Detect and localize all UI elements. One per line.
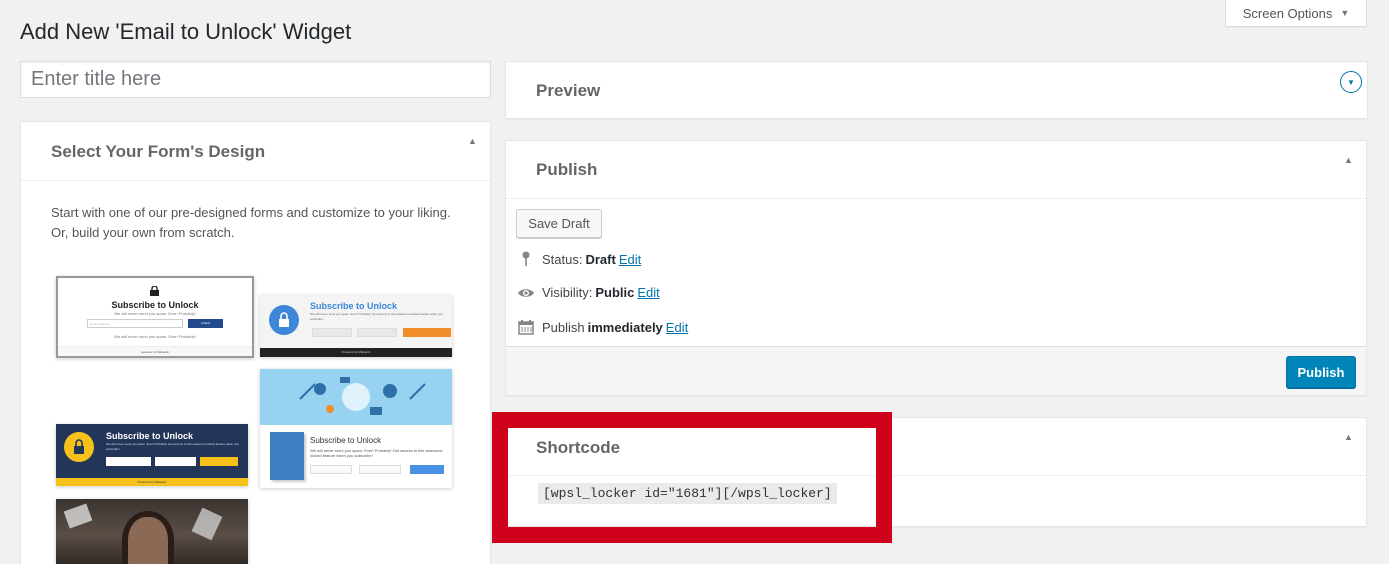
collapse-arrow-icon[interactable]: ▲ [1344,432,1353,442]
person-face-image [128,517,168,564]
collapse-arrow-icon[interactable]: ▲ [468,136,477,146]
divider [21,180,490,181]
status-label: Status: [542,251,583,267]
template-subtitle: We will never send you spam. Ever! Proba… [114,311,196,316]
publish-label: Publish [542,319,585,335]
template-footer: powered by Mailoptin [58,346,252,356]
template-note: We will never send you spam. Ever! Proba… [114,334,196,339]
publish-button[interactable]: Publish [1286,356,1356,388]
save-draft-button[interactable]: Save Draft [516,209,602,238]
template-input [359,465,401,474]
template-3[interactable]: Subscribe to Unlock We will never send y… [260,369,452,488]
template-banner-image [260,369,452,425]
collapse-arrow-icon[interactable]: ▲ [1344,155,1353,165]
template-subtitle: We will never send you spam. Ever! Proba… [310,312,443,321]
lock-badge-icon [269,305,299,335]
template-footer: Powered by Mailoptin [260,348,452,357]
visibility-value: Public [595,285,635,300]
divider [506,475,1366,476]
template-input [155,457,196,466]
design-panel-title: Select Your Form's Design [51,142,266,161]
publish-value: immediately [587,319,663,335]
template-input [106,457,151,466]
template-input [310,465,352,474]
preview-panel: Preview ▼ [505,61,1368,119]
visibility-label: Visibility: [542,285,593,300]
status-row: Status: Draft Edit [516,251,641,267]
status-value: Draft [585,251,616,267]
template-title: Subscribe to Unlock [111,300,199,310]
template-subtitle: We will never send you spam. Ever! Proba… [106,442,239,451]
shortcode-panel-title: Shortcode [536,438,621,457]
expand-toggle-icon[interactable]: ▼ [1340,71,1362,93]
preview-panel-title: Preview [536,81,601,100]
template-button [403,328,451,337]
template-4[interactable]: Subscribe to Unlock We will never send y… [56,424,248,486]
template-button: Unlock [188,319,223,328]
template-footer: Powered by Mailoptin [56,478,248,486]
screen-options-button[interactable]: Screen Options ▼ [1225,0,1367,27]
template-button [410,465,444,474]
caret-down-icon: ▼ [1340,8,1350,18]
template-email-input: Email address [87,319,183,328]
template-button [200,457,238,466]
flying-paper-image [191,507,223,541]
design-panel: Select Your Form's Design ▲ Start with o… [20,121,491,564]
template-2[interactable]: Subscribe to Unlock We will never send y… [260,295,452,357]
edit-status-link[interactable]: Edit [619,252,641,267]
pin-icon [516,251,536,267]
shortcode-panel: Shortcode ▲ [wpsl_locker id="1681"][/wps… [505,417,1367,527]
visibility-row: Visibility: Public Edit [516,285,660,300]
template-title: Subscribe to Unlock [106,431,194,441]
flying-paper-image [63,503,93,529]
ebook-image [270,432,304,480]
design-description: Start with one of our pre-designed forms… [51,205,451,240]
edit-date-link[interactable]: Edit [666,320,688,335]
screen-options-label: Screen Options [1242,5,1333,21]
lock-badge-icon [64,432,94,462]
divider [506,198,1366,199]
template-title: Subscribe to Unlock [310,436,382,445]
template-input [312,328,352,337]
publish-panel-title: Publish [536,160,598,179]
template-subtitle: We will never send you spam. Ever! Proba… [310,448,443,458]
publish-panel: Publish ▲ Save Draft Status: Draft Edit … [505,140,1367,396]
lock-icon [150,286,159,296]
publish-actions: Publish [506,346,1366,395]
template-5[interactable] [56,499,248,564]
eye-icon [516,287,536,299]
publish-schedule-row: Publish immediately Edit [516,319,688,335]
template-1[interactable]: Subscribe to Unlock We will never send y… [56,276,254,358]
template-title: Subscribe to Unlock [310,301,398,311]
shortcode-value[interactable]: [wpsl_locker id="1681"][/wpsl_locker] [538,483,837,504]
edit-visibility-link[interactable]: Edit [637,285,659,300]
template-input [357,328,397,337]
title-input[interactable] [20,61,491,98]
page-title: Add New 'Email to Unlock' Widget [20,19,352,44]
calendar-icon [516,319,536,335]
